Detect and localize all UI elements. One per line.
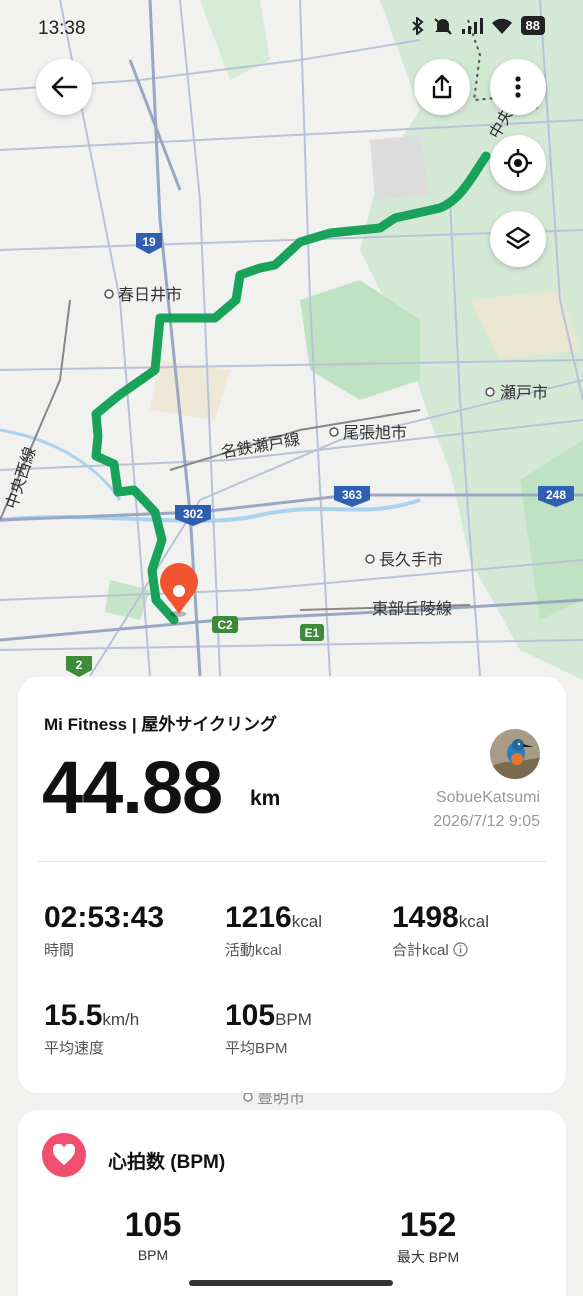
home-indicator[interactable] xyxy=(189,1280,393,1286)
hr-max-value: 152 xyxy=(399,1206,457,1244)
tobu-kyuryo-line-label: 東部丘陵線 xyxy=(372,600,452,618)
duration-value: 02:53:43 xyxy=(44,901,165,934)
toyoake-dot xyxy=(243,1092,253,1102)
more-icon xyxy=(515,76,521,98)
total-kcal-label-row: 合計kcal xyxy=(392,939,489,960)
total-kcal-unit: kcal xyxy=(458,912,489,931)
status-time: 13:38 xyxy=(38,18,86,39)
owariasahi-dot xyxy=(329,427,339,437)
nagakute-dot xyxy=(365,554,375,564)
status-bar: 13:38 88 xyxy=(0,0,583,56)
stat-avg-speed: 15.5km/h 平均速度 xyxy=(44,999,139,1058)
svg-text:302: 302 xyxy=(183,507,203,521)
signal-icon xyxy=(461,17,483,34)
seto-label: 瀬戸市 xyxy=(500,384,548,402)
kasugai-label: 春日井市 xyxy=(118,286,182,304)
hr-avg-label: BPM xyxy=(137,1247,169,1263)
svg-text:19: 19 xyxy=(142,235,156,249)
share-icon xyxy=(432,74,452,99)
seto-dot xyxy=(485,387,495,397)
locate-icon xyxy=(504,149,532,177)
layers-icon xyxy=(505,226,531,250)
kasugai-dot xyxy=(104,289,114,299)
battery-badge: 88 xyxy=(520,16,545,35)
user-name: SobueKatsumi xyxy=(435,789,540,806)
status-icons: 88 xyxy=(411,16,545,35)
divider xyxy=(38,861,546,862)
layers-button[interactable] xyxy=(490,211,546,267)
back-button[interactable] xyxy=(36,59,92,115)
svg-text:248: 248 xyxy=(546,488,566,502)
svg-text:E1: E1 xyxy=(305,626,320,640)
active-kcal-value: 1216 xyxy=(225,901,292,934)
wifi-icon xyxy=(491,18,512,34)
heart-rate-card[interactable]: 心拍数 (BPM) 105 BPM 152 最大 BPM xyxy=(18,1110,566,1296)
svg-text:C2: C2 xyxy=(217,618,233,632)
activity-header: Mi Fitness | 屋外サイクリング xyxy=(44,715,277,734)
activity-datetime: 2026/7/12 9:05 xyxy=(433,813,540,830)
hr-max-label: 最大 BPM xyxy=(396,1249,460,1265)
heart-badge xyxy=(42,1133,86,1177)
total-kcal-label: 合計kcal xyxy=(392,942,449,959)
distance-value: 44.88 xyxy=(42,746,223,829)
avatar[interactable] xyxy=(490,729,540,779)
mute-icon xyxy=(433,17,452,35)
avg-speed-value: 15.5 xyxy=(44,999,103,1032)
hr-max: 152 最大 BPM xyxy=(388,1206,468,1267)
stat-duration: 02:53:43 時間 xyxy=(44,901,164,960)
svg-text:363: 363 xyxy=(342,488,362,502)
stat-active-kcal: 1216kcal 活動kcal xyxy=(225,901,322,960)
avg-speed-label: 平均速度 xyxy=(44,1040,105,1057)
stat-total-kcal: 1498kcal 合計kcal xyxy=(392,901,489,960)
owariasahi-label: 尾張旭市 xyxy=(343,424,407,442)
locate-button[interactable] xyxy=(490,135,546,191)
info-icon[interactable] xyxy=(453,942,468,957)
more-button[interactable] xyxy=(490,59,546,115)
hr-avg: 105 BPM xyxy=(118,1206,188,1263)
bluetooth-icon xyxy=(411,16,424,35)
heart-rate-title: 心拍数 (BPM) xyxy=(108,1152,226,1173)
avg-bpm-label: 平均BPM xyxy=(225,1040,288,1057)
share-button[interactable] xyxy=(414,59,470,115)
svg-text:2: 2 xyxy=(76,658,83,672)
avg-speed-unit: km/h xyxy=(102,1010,140,1029)
nagakute-label: 長久手市 xyxy=(379,551,443,569)
active-kcal-label: 活動kcal xyxy=(225,942,282,959)
avg-bpm-unit: BPM xyxy=(275,1010,312,1029)
heart-icon xyxy=(52,1144,76,1165)
duration-label: 時間 xyxy=(44,942,75,959)
avg-bpm-value: 105 xyxy=(225,999,276,1032)
stat-avg-bpm: 105BPM 平均BPM xyxy=(225,999,312,1058)
total-kcal-value: 1498 xyxy=(392,901,459,934)
activity-summary-card: Mi Fitness | 屋外サイクリング 44.88 km SobueKats… xyxy=(18,677,566,1093)
back-arrow-icon xyxy=(51,76,78,98)
route-map[interactable]: 春日井市 瀬戸市 尾張旭市 長久手市 豊明市 東部丘陵線 名鉄瀬戸線 中央西線 … xyxy=(0,0,583,1296)
hr-avg-value: 105 xyxy=(124,1206,182,1244)
distance-unit: km xyxy=(250,787,281,810)
active-kcal-unit: kcal xyxy=(291,912,322,931)
